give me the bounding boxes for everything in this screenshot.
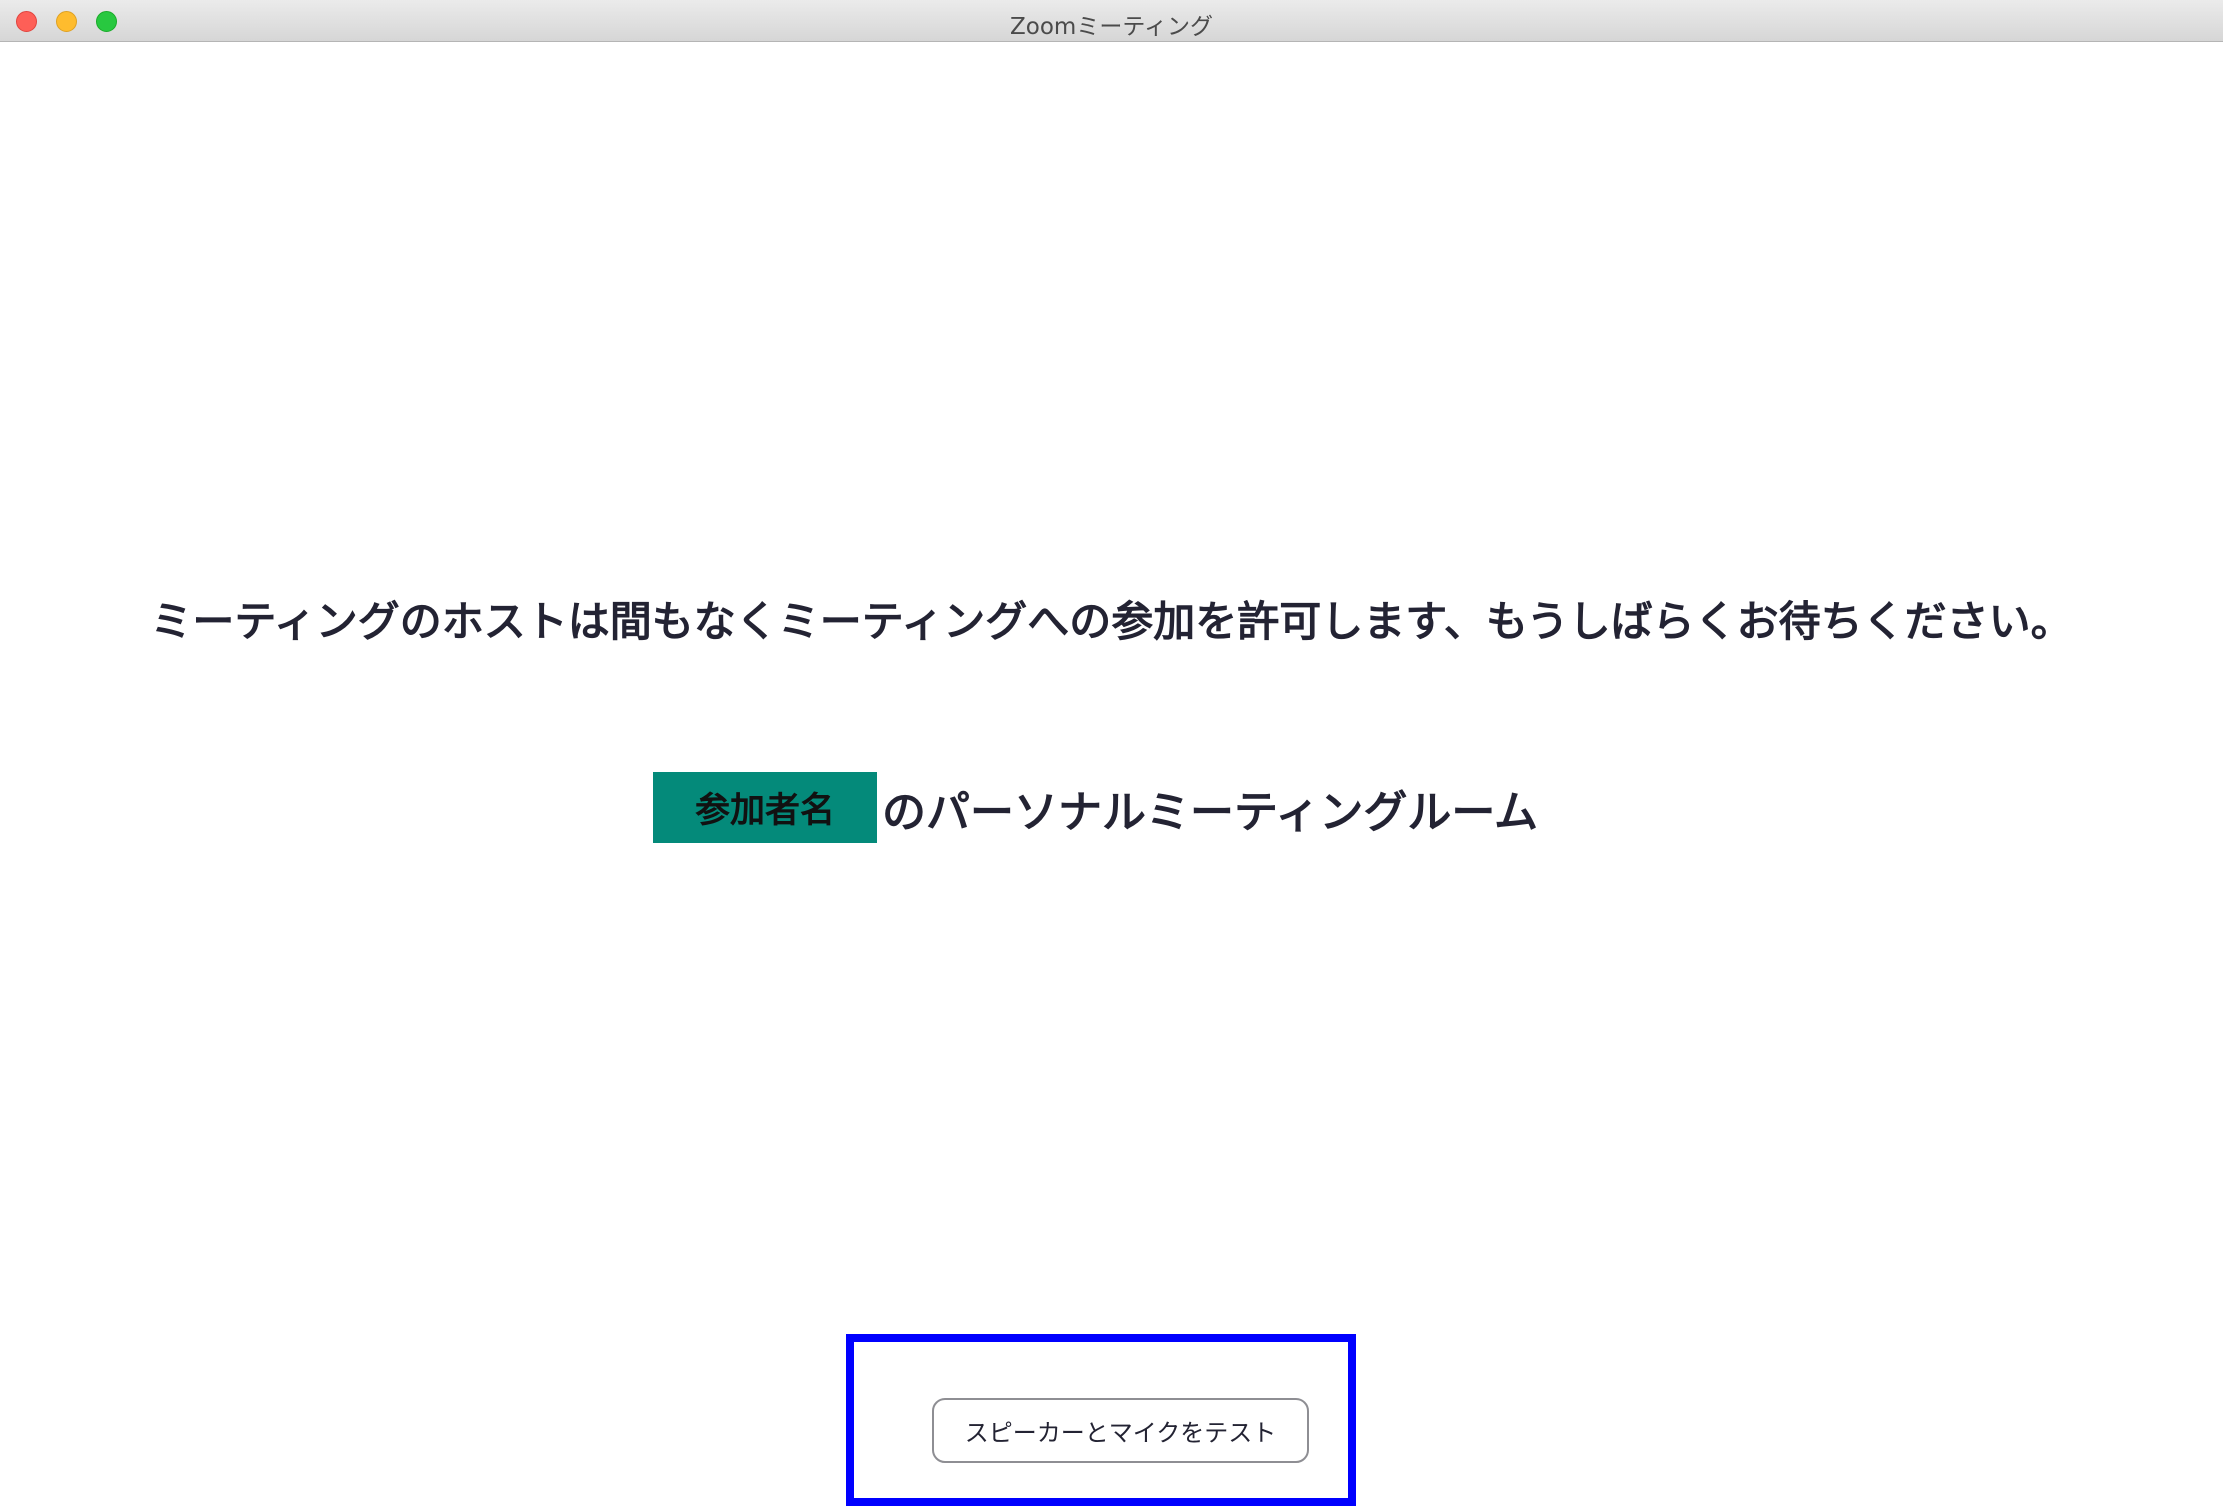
test-speaker-and-microphone-button[interactable]: スピーカーとマイクをテスト <box>932 1398 1309 1463</box>
personal-meeting-room-label: のパーソナルミーティングルーム <box>882 786 1539 838</box>
participant-name-highlight: 参加者名 <box>653 772 877 843</box>
zoom-meeting-window: Zoomミーティング ミーティングのホストは間もなくミーティングへの参加を許可し… <box>0 0 2223 1510</box>
title-bar: Zoomミーティング <box>0 0 2223 42</box>
waiting-room-message: ミーティングのホストは間もなくミーティングへの参加を許可します、もうしばらくお待… <box>150 597 2073 646</box>
meeting-room-name: 参加者名 のパーソナルミーティングルーム <box>653 772 1538 843</box>
window-title: Zoomミーティング <box>1010 14 1213 40</box>
